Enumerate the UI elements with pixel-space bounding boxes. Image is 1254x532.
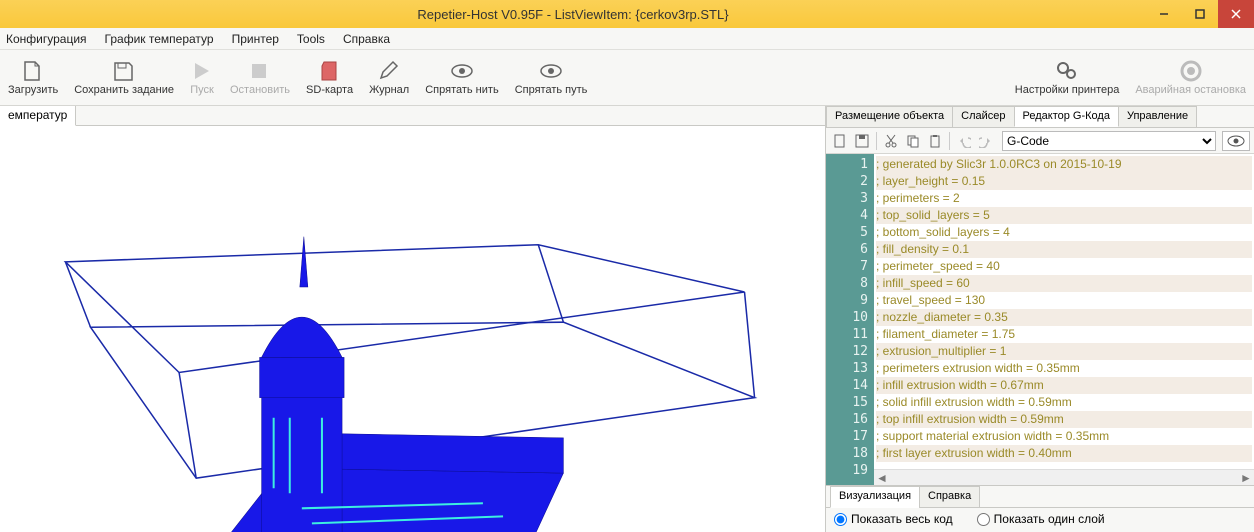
code-line[interactable]: ; perimeter_speed = 40 [876, 258, 1252, 275]
editor-toolbar: G-Code [826, 128, 1254, 154]
window-title: Repetier-Host V0.95F - ListViewItem: {ce… [0, 7, 1146, 22]
3d-viewport[interactable] [0, 126, 825, 532]
log-button[interactable]: Журнал [361, 50, 417, 105]
new-file-button[interactable] [830, 131, 850, 151]
scroll-left-icon[interactable]: ◄ [874, 471, 890, 485]
viz-options: Показать весь код Показать один слой [826, 508, 1254, 530]
emergency-stop-button[interactable]: Аварийная остановка [1127, 50, 1254, 105]
code-line[interactable]: ; generated by Slic3r 1.0.0RC3 on 2015-1… [876, 156, 1252, 173]
menu-bar: Конфигурация График температур Принтер T… [0, 28, 1254, 50]
pencil-icon [377, 60, 401, 82]
left-panel: емператур [0, 106, 826, 532]
minimize-button[interactable] [1146, 0, 1182, 28]
code-line[interactable]: ; extrusion_multiplier = 1 [876, 343, 1252, 360]
code-line[interactable]: ; top_solid_layers = 5 [876, 207, 1252, 224]
eye-icon [450, 60, 474, 82]
code-line[interactable]: ; filament_diameter = 1.75 [876, 326, 1252, 343]
radio-show-all[interactable]: Показать весь код [834, 512, 953, 526]
save-icon [112, 60, 136, 82]
line-gutter: 12345678910111213141516171819 [826, 154, 874, 485]
code-line[interactable]: ; fill_density = 0.1 [876, 241, 1252, 258]
paste-button[interactable] [925, 131, 945, 151]
menu-help[interactable]: Справка [343, 32, 390, 46]
sd-card-icon [318, 60, 342, 82]
code-line[interactable]: ; travel_speed = 130 [876, 292, 1252, 309]
gears-icon [1055, 60, 1079, 82]
eye-icon [539, 60, 563, 82]
visualization-panel: Визуализация Справка Показать весь код П… [826, 485, 1254, 532]
gcode-editor[interactable]: 12345678910111213141516171819 ; generate… [826, 154, 1254, 485]
radio-show-one-input[interactable] [977, 513, 990, 526]
code-line[interactable]: ; solid infill extrusion width = 0.59mm [876, 394, 1252, 411]
minimize-icon [1159, 9, 1169, 19]
save-file-button[interactable] [852, 131, 872, 151]
tab-object-placement[interactable]: Размещение объекта [826, 106, 953, 127]
horizontal-scrollbar[interactable]: ◄ ► [874, 469, 1254, 485]
code-line[interactable]: ; bottom_solid_layers = 4 [876, 224, 1252, 241]
viz-tabstrip: Визуализация Справка [826, 486, 1254, 508]
eye-icon [1227, 135, 1245, 147]
run-button[interactable]: Пуск [182, 50, 222, 105]
play-icon [190, 60, 214, 82]
code-lines[interactable]: ; generated by Slic3r 1.0.0RC3 on 2015-1… [874, 154, 1254, 485]
stop-button[interactable]: Остановить [222, 50, 298, 105]
title-bar: Repetier-Host V0.95F - ListViewItem: {ce… [0, 0, 1254, 28]
code-line[interactable]: ; infill extrusion width = 0.67mm [876, 377, 1252, 394]
preview-button[interactable] [1222, 131, 1250, 151]
tab-help[interactable]: Справка [919, 486, 980, 508]
maximize-icon [1195, 9, 1205, 19]
redo-button[interactable] [976, 131, 996, 151]
code-line[interactable]: ; nozzle_diameter = 0.35 [876, 309, 1252, 326]
hide-travel-button[interactable]: Спрятать путь [507, 50, 596, 105]
stop-icon [248, 60, 272, 82]
menu-temp-graph[interactable]: График температур [105, 32, 214, 46]
separator [876, 132, 877, 150]
cut-button[interactable] [881, 131, 901, 151]
code-line[interactable]: ; support material extrusion width = 0.3… [876, 428, 1252, 445]
main-toolbar: Загрузить Сохранить задание Пуск Останов… [0, 50, 1254, 106]
menu-printer[interactable]: Принтер [232, 32, 279, 46]
hide-filament-button[interactable]: Спрятать нить [417, 50, 506, 105]
tab-manual-control[interactable]: Управление [1118, 106, 1197, 127]
gcode-script-select[interactable]: G-Code [1002, 131, 1216, 151]
code-line[interactable]: ; perimeters = 2 [876, 190, 1252, 207]
close-button[interactable] [1218, 0, 1254, 28]
load-button[interactable]: Загрузить [0, 50, 66, 105]
file-icon [21, 60, 45, 82]
radio-show-one[interactable]: Показать один слой [977, 512, 1105, 526]
menu-tools[interactable]: Tools [297, 32, 325, 46]
code-line[interactable]: ; perimeters extrusion width = 0.35mm [876, 360, 1252, 377]
copy-button[interactable] [903, 131, 923, 151]
save-job-button[interactable]: Сохранить задание [66, 50, 182, 105]
window-buttons [1146, 0, 1254, 28]
code-line[interactable]: ; first layer extrusion width = 0.40mm [876, 445, 1252, 462]
separator [949, 132, 950, 150]
right-tabstrip: Размещение объекта Слайсер Редактор G-Ко… [826, 106, 1254, 128]
close-icon [1231, 9, 1241, 19]
undo-button[interactable] [954, 131, 974, 151]
code-line[interactable]: ; top infill extrusion width = 0.59mm [876, 411, 1252, 428]
printer-settings-button[interactable]: Настройки принтера [1007, 50, 1128, 105]
left-tabstrip: емператур [0, 106, 825, 126]
emergency-icon [1179, 60, 1203, 82]
code-line[interactable]: ; infill_speed = 60 [876, 275, 1252, 292]
menu-config[interactable]: Конфигурация [6, 32, 87, 46]
build-volume [0, 126, 825, 532]
tab-slicer[interactable]: Слайсер [952, 106, 1014, 127]
scroll-right-icon[interactable]: ► [1238, 471, 1254, 485]
maximize-button[interactable] [1182, 0, 1218, 28]
tab-gcode-editor[interactable]: Редактор G-Кода [1014, 106, 1119, 127]
tab-temperature[interactable]: емператур [0, 106, 76, 126]
tab-visualization[interactable]: Визуализация [830, 486, 920, 508]
main-area: емператур [0, 106, 1254, 532]
right-panel: Размещение объекта Слайсер Редактор G-Ко… [826, 106, 1254, 532]
sd-card-button[interactable]: SD-карта [298, 50, 361, 105]
radio-show-all-input[interactable] [834, 513, 847, 526]
code-line[interactable]: ; layer_height = 0.15 [876, 173, 1252, 190]
